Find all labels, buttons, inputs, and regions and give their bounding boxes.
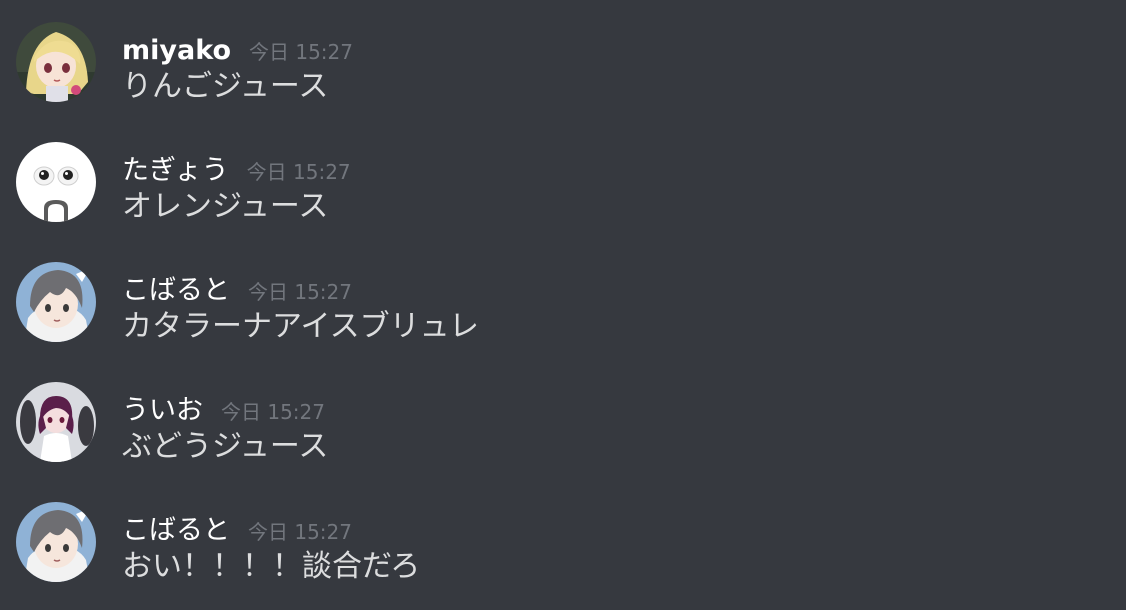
user-avatar[interactable] bbox=[16, 262, 96, 342]
user-avatar[interactable] bbox=[16, 502, 96, 582]
googly-eyes-avatar-icon bbox=[16, 142, 96, 222]
message-header: こばると 今日 15:27 bbox=[122, 274, 352, 308]
anime-boy-gray-hair-avatar-icon bbox=[16, 262, 96, 342]
message-content: りんごジュース bbox=[122, 69, 329, 104]
chat-message: たぎょう 今日 15:27 オレンジュース bbox=[0, 120, 1126, 240]
chat-message-list: miyako 今日 15:27 りんごジュース たぎょう 今日 15:27 オレ… bbox=[0, 0, 1126, 610]
timestamp: 今日 15:27 bbox=[249, 40, 353, 64]
username[interactable]: ういお bbox=[122, 394, 203, 428]
message-header: こばると 今日 15:27 bbox=[122, 514, 352, 548]
message-content: カタラーナアイスブリュレ bbox=[122, 309, 479, 344]
user-avatar[interactable] bbox=[16, 142, 96, 222]
timestamp: 今日 15:27 bbox=[221, 400, 325, 424]
user-avatar[interactable] bbox=[16, 22, 96, 102]
username[interactable]: こばると bbox=[122, 274, 230, 308]
message-header: ういお 今日 15:27 bbox=[122, 394, 325, 428]
anime-boy-gray-hair-avatar-icon bbox=[16, 502, 96, 582]
message-header: miyako 今日 15:27 bbox=[122, 34, 353, 68]
message-content: おい！！！！談合だろ bbox=[122, 549, 421, 584]
message-content: ぶどうジュース bbox=[122, 429, 329, 464]
anime-girl-purple-hair-avatar-icon bbox=[16, 382, 96, 462]
message-header: たぎょう 今日 15:27 bbox=[122, 154, 351, 188]
timestamp: 今日 15:27 bbox=[248, 280, 352, 304]
chat-message: こばると 今日 15:27 おい！！！！談合だろ bbox=[0, 480, 1126, 600]
chat-message: miyako 今日 15:27 りんごジュース bbox=[0, 0, 1126, 120]
user-avatar[interactable] bbox=[16, 382, 96, 462]
timestamp: 今日 15:27 bbox=[248, 520, 352, 544]
message-content: オレンジュース bbox=[122, 189, 329, 224]
chat-message: ういお 今日 15:27 ぶどうジュース bbox=[0, 360, 1126, 480]
chat-message: こばると 今日 15:27 カタラーナアイスブリュレ bbox=[0, 240, 1126, 360]
username[interactable]: たぎょう bbox=[122, 154, 229, 188]
timestamp: 今日 15:27 bbox=[246, 160, 351, 184]
username[interactable]: miyako bbox=[122, 34, 231, 68]
username[interactable]: こばると bbox=[122, 514, 230, 548]
anime-girl-blonde-avatar-icon bbox=[16, 22, 96, 102]
